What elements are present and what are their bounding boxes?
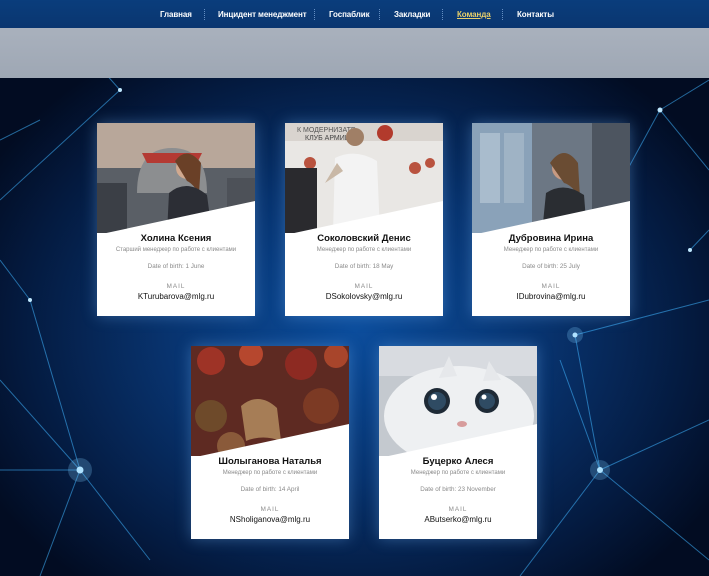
mail-label: MAIL bbox=[260, 506, 280, 513]
member-email[interactable]: AButserko@mlg.ru bbox=[379, 515, 537, 524]
member-email[interactable]: KTurubarova@mlg.ru bbox=[97, 292, 255, 301]
nav-separator bbox=[442, 9, 443, 20]
nav-incident-management[interactable]: Инцидент менеджмент bbox=[218, 0, 307, 28]
member-name: Холина Ксения bbox=[140, 233, 212, 244]
top-navigation: Главная Инцидент менеджмент Госпаблик За… bbox=[0, 0, 709, 28]
mail-label: MAIL bbox=[448, 506, 468, 513]
team-member-card: Буцерко Алеся Менеджер по работе с клиен… bbox=[379, 346, 537, 539]
member-birthdate: Date of birth: 18 May bbox=[334, 263, 394, 270]
team-member-card: Дубровина Ирина Менеджер по работе с кли… bbox=[472, 123, 630, 316]
member-birthdate: Date of birth: 23 November bbox=[420, 486, 496, 493]
mail-label: MAIL bbox=[354, 283, 374, 290]
member-role: Менеджер по работе с клиентами bbox=[503, 247, 599, 253]
member-name: Шолыганова Наталья bbox=[218, 456, 322, 467]
card-slant-divider bbox=[285, 201, 443, 235]
nav-bookmarks[interactable]: Закладки bbox=[394, 0, 430, 28]
mail-label: MAIL bbox=[541, 283, 561, 290]
svg-text:КЛУБ АРМИИ: КЛУБ АРМИИ bbox=[305, 135, 350, 142]
nav-separator bbox=[314, 9, 315, 20]
member-name: Буцерко Алеся bbox=[422, 456, 494, 467]
member-email[interactable]: NSholiganova@mlg.ru bbox=[191, 515, 349, 524]
team-member-card: Холина Ксения Старший менеджер по работе… bbox=[97, 123, 255, 316]
member-birthdate: Date of birth: 14 April bbox=[240, 486, 300, 493]
member-role: Старший менеджер по работе с клиентами bbox=[115, 247, 237, 253]
member-name: Соколовский Денис bbox=[317, 233, 411, 244]
card-slant-divider bbox=[472, 201, 630, 235]
nav-separator bbox=[502, 9, 503, 20]
nav-separator bbox=[204, 9, 205, 20]
nav-home[interactable]: Главная bbox=[160, 0, 192, 28]
member-name: Дубровина Ирина bbox=[508, 233, 594, 244]
nav-team[interactable]: Команда bbox=[457, 0, 491, 28]
mail-label: MAIL bbox=[166, 283, 186, 290]
hero-banner bbox=[0, 28, 709, 78]
member-birthdate: Date of birth: 1 June bbox=[147, 263, 205, 270]
card-slant-divider bbox=[191, 424, 349, 458]
nav-gospublic[interactable]: Госпаблик bbox=[329, 0, 370, 28]
member-role: Менеджер по работе с клиентами bbox=[316, 247, 412, 253]
team-member-card: Шолыганова Наталья Менеджер по работе с … bbox=[191, 346, 349, 539]
nav-separator bbox=[379, 9, 380, 20]
member-birthdate: Date of birth: 25 July bbox=[522, 263, 580, 270]
card-slant-divider bbox=[379, 424, 537, 458]
member-email[interactable]: DSokolovsky@mlg.ru bbox=[285, 292, 443, 301]
member-email[interactable]: IDubrovina@mlg.ru bbox=[472, 292, 630, 301]
nav-contacts[interactable]: Контакты bbox=[517, 0, 554, 28]
team-member-card: К МОДЕРНИЗАТЕ КЛУБ АРМИИ Соколовский Ден… bbox=[285, 123, 443, 316]
member-role: Менеджер по работе с клиентами bbox=[410, 470, 506, 476]
member-role: Менеджер по работе с клиентами bbox=[222, 470, 318, 476]
card-slant-divider bbox=[97, 201, 255, 235]
